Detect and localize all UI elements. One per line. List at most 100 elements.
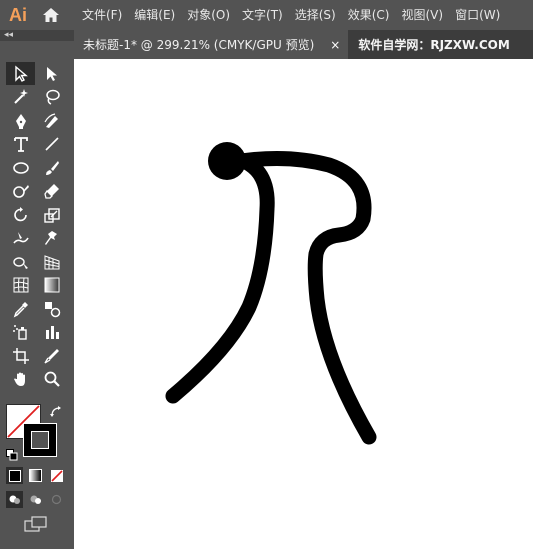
perspective-grid-tool[interactable]: [37, 250, 66, 273]
menu-window[interactable]: 窗口(W): [449, 0, 506, 30]
pen-tool-icon: [15, 113, 26, 129]
hand-tool[interactable]: [6, 368, 35, 391]
artwork-start-dot[interactable]: [208, 142, 246, 180]
document-tab-bar: 未标题-1* @ 299.21% (CMYK/GPU 预览) × 软件自学网：R…: [74, 30, 533, 59]
gradient-tool-icon: [44, 277, 59, 293]
scale-tool[interactable]: [37, 203, 66, 226]
puppet-warp-tool[interactable]: [37, 227, 66, 250]
artwork-left-stroke[interactable]: [165, 149, 275, 404]
swap-arrows-icon: [50, 406, 61, 417]
document-canvas[interactable]: [74, 59, 533, 549]
draw-normal-icon: [9, 495, 20, 504]
symbol-sprayer-tool-icon: [12, 325, 27, 340]
close-icon: ×: [330, 37, 341, 52]
draw-behind-button[interactable]: [27, 491, 44, 508]
document-tab[interactable]: 未标题-1* @ 299.21% (CMYK/GPU 预览): [74, 30, 323, 59]
magic-wand-tool[interactable]: [6, 86, 35, 109]
default-colors-button[interactable]: [6, 446, 18, 461]
eraser-tool-icon: [43, 184, 59, 199]
menu-bar: Ai 文件(F) 编辑(E) 对象(O) 文字(T) 选择(S) 效果(C) 视…: [0, 0, 533, 30]
type-tool[interactable]: [6, 133, 35, 156]
column-graph-tool-icon: [45, 326, 59, 339]
rotate-tool-icon: [13, 206, 27, 221]
line-segment-tool[interactable]: [37, 133, 66, 156]
menu-view[interactable]: 视图(V): [395, 0, 449, 30]
pen-tool[interactable]: [6, 109, 35, 132]
stroke-swatch[interactable]: [23, 423, 57, 457]
lasso-tool[interactable]: [37, 86, 66, 109]
menu-type[interactable]: 文字(T): [236, 0, 289, 30]
menu-items: 文件(F) 编辑(E) 对象(O) 文字(T) 选择(S) 效果(C) 视图(V…: [76, 0, 506, 30]
drawing-modes-row: [6, 491, 68, 509]
app-logo: Ai: [9, 4, 27, 25]
magic-wand-tool-icon: [13, 89, 28, 104]
watermark-text: 软件自学网：RJZXW.COM: [358, 38, 510, 52]
gradient-tool[interactable]: [37, 274, 66, 297]
curvature-tool[interactable]: [37, 109, 66, 132]
direct-selection-tool[interactable]: [37, 62, 66, 85]
none-button[interactable]: [48, 467, 65, 484]
selection-tool[interactable]: [6, 62, 35, 85]
scale-tool-icon: [43, 207, 60, 223]
mesh-tool-icon: [13, 277, 28, 293]
collapse-panel-icon[interactable]: ◂◂: [4, 30, 13, 40]
column-graph-tool[interactable]: [37, 321, 66, 344]
artboard-tool-icon: [12, 347, 29, 364]
rotate-tool[interactable]: [6, 203, 35, 226]
shaper-tool[interactable]: [6, 180, 35, 203]
swap-fill-stroke-button[interactable]: [49, 404, 63, 418]
color-icon: [8, 469, 21, 482]
ellipse-tool-icon: [12, 161, 29, 174]
lasso-tool-icon: [45, 89, 60, 105]
stroke-swatch-inner: [31, 431, 49, 449]
home-icon: [43, 8, 59, 22]
menu-edit[interactable]: 编辑(E): [128, 0, 181, 30]
slice-tool[interactable]: [37, 344, 66, 367]
draw-behind-icon: [30, 495, 41, 504]
draw-normal-button[interactable]: [6, 491, 23, 508]
mesh-tool[interactable]: [6, 274, 35, 297]
warp-tool[interactable]: [6, 227, 35, 250]
gradient-button[interactable]: [27, 467, 44, 484]
artboard-tool[interactable]: [6, 344, 35, 367]
artwork[interactable]: [74, 59, 533, 549]
eraser-tool[interactable]: [37, 180, 66, 203]
zoom-tool[interactable]: [37, 368, 66, 391]
color-button[interactable]: [6, 467, 23, 484]
hand-tool-icon: [13, 372, 25, 386]
ellipse-tool[interactable]: [6, 156, 35, 179]
puppet-warp-tool-icon: [44, 231, 57, 245]
menu-file[interactable]: 文件(F): [76, 0, 128, 30]
slice-tool-icon: [43, 348, 59, 364]
perspective-grid-tool-icon: [44, 254, 59, 269]
paintbrush-tool[interactable]: [37, 156, 66, 179]
home-button[interactable]: [36, 0, 66, 30]
shape-builder-tool[interactable]: [6, 250, 35, 273]
curvature-tool-icon: [43, 112, 58, 128]
tools-panel: ◂◂: [0, 30, 74, 549]
draw-inside-icon: [51, 494, 62, 505]
change-screen-mode-button[interactable]: [24, 516, 48, 532]
eyedropper-tool[interactable]: [6, 297, 35, 320]
menu-effect[interactable]: 效果(C): [342, 0, 396, 30]
none-icon: [50, 469, 63, 482]
eyedropper-tool-icon: [13, 301, 28, 317]
symbol-sprayer-tool[interactable]: [6, 321, 35, 344]
tools-panel-header[interactable]: ◂◂: [0, 30, 74, 41]
line-segment-tool-icon: [44, 137, 59, 151]
direct-selection-tool-icon: [46, 66, 57, 81]
shape-builder-tool-icon: [12, 256, 28, 269]
type-tool-icon: [13, 137, 28, 152]
menu-select[interactable]: 选择(S): [289, 0, 342, 30]
screen-mode-icon: [24, 516, 47, 532]
blend-tool[interactable]: [37, 297, 66, 320]
draw-inside-button[interactable]: [48, 491, 65, 508]
gradient-icon: [29, 469, 42, 482]
menu-object[interactable]: 对象(O): [181, 0, 236, 30]
tool-grid: [6, 62, 68, 391]
selection-tool-icon: [14, 64, 28, 82]
close-tab-button[interactable]: ×: [322, 30, 349, 59]
default-colors-icon: [6, 449, 18, 461]
warp-tool-icon: [12, 232, 29, 244]
zoom-tool-icon: [44, 371, 60, 387]
